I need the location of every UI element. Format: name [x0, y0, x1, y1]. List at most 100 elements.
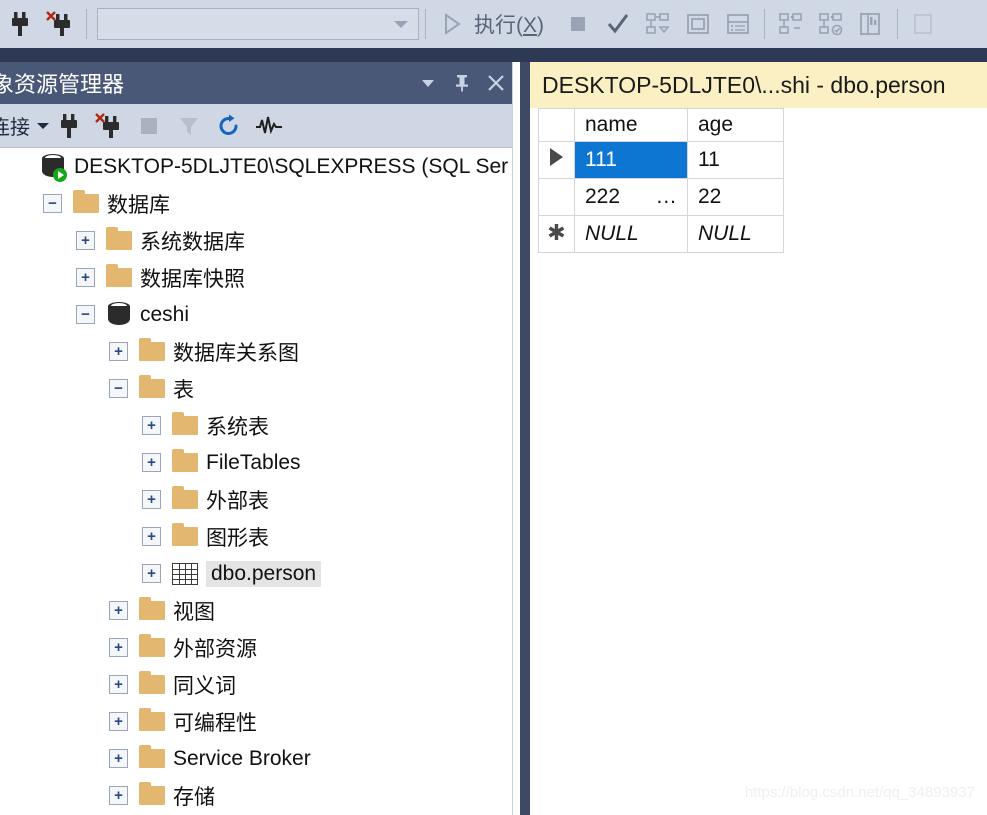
tree-node[interactable]: + 系统表 — [0, 407, 512, 444]
tree-node[interactable]: − ceshi — [0, 296, 512, 333]
expand-toggle-icon[interactable]: + — [109, 749, 128, 768]
cell-value: NULL — [585, 222, 639, 245]
tree-node-label: ceshi — [140, 302, 190, 326]
results-grid[interactable]: name age 111 11 222... 22 ✱ NULL NULL — [538, 108, 784, 253]
expand-toggle-icon[interactable]: + — [142, 527, 161, 546]
chevron-down-icon[interactable] — [37, 122, 49, 129]
collapse-toggle-icon[interactable]: − — [43, 194, 62, 213]
activity-monitor-icon[interactable] — [249, 106, 289, 146]
include-actual-plan-icon[interactable] — [771, 2, 811, 46]
tree-node[interactable]: + 存储 — [0, 777, 512, 814]
pin-icon[interactable] — [446, 66, 478, 100]
tree-node[interactable]: + 可编程性 — [0, 703, 512, 740]
tree-node[interactable]: + 外部表 — [0, 481, 512, 518]
tree-node[interactable]: + 系统数据库 — [0, 222, 512, 259]
filter-icon[interactable] — [169, 106, 209, 146]
expand-toggle-icon[interactable]: + — [76, 268, 95, 287]
expand-toggle-icon[interactable]: + — [142, 564, 161, 583]
connect-plug-icon[interactable] — [0, 2, 40, 46]
close-icon[interactable] — [480, 66, 512, 100]
folder-icon — [137, 671, 167, 694]
column-header-name[interactable]: name — [574, 108, 688, 142]
new-row-asterisk[interactable]: ✱ — [538, 215, 575, 253]
expand-toggle-icon[interactable]: + — [109, 786, 128, 805]
stop-icon[interactable] — [558, 2, 598, 46]
cell-age[interactable]: NULL — [687, 215, 784, 253]
tree-node[interactable]: + 图形表 — [0, 518, 512, 555]
tree-node[interactable]: + 同义词 — [0, 666, 512, 703]
results-to-file-icon[interactable] — [904, 2, 944, 46]
stop-icon[interactable] — [129, 106, 169, 146]
collapse-toggle-icon[interactable]: − — [109, 379, 128, 398]
tree-node[interactable]: + 视图 — [0, 592, 512, 629]
table-row[interactable]: 111 11 — [538, 141, 784, 179]
tree-node[interactable]: + 数据库快照 — [0, 259, 512, 296]
column-header-age[interactable]: age — [687, 108, 784, 142]
execute-run-icon[interactable] — [432, 2, 472, 46]
panel-splitter[interactable] — [520, 62, 530, 815]
tree-toggle-spacer — [10, 157, 29, 176]
main-toolbar: 执行(X) — [0, 0, 987, 48]
tree-node[interactable]: + FileTables — [0, 444, 512, 481]
tree-node[interactable]: + dbo.person — [0, 555, 512, 592]
chevron-down-icon[interactable] — [394, 20, 408, 28]
cell-value: 22 — [698, 185, 722, 208]
chevron-down-icon[interactable] — [412, 66, 444, 100]
expand-toggle-icon[interactable]: + — [76, 231, 95, 250]
grid-header-row: name age — [538, 108, 784, 142]
query-options-icon[interactable] — [678, 2, 718, 46]
table-row[interactable]: ✱ NULL NULL — [538, 215, 784, 253]
connect-plug-icon[interactable] — [49, 106, 89, 146]
expand-toggle-icon[interactable]: + — [142, 490, 161, 509]
folder-icon — [137, 597, 167, 620]
connect-dropdown-button[interactable]: 连接 — [0, 111, 49, 140]
execute-button-label[interactable]: 执行(X) — [474, 9, 544, 39]
cell-age[interactable]: 11 — [687, 141, 784, 179]
tree-node-label: 视图 — [173, 600, 215, 624]
expand-toggle-icon[interactable]: + — [109, 601, 128, 620]
disconnect-plug-icon[interactable] — [89, 106, 129, 146]
folder-icon — [170, 486, 200, 509]
folder-icon — [137, 338, 167, 361]
tree-node-label: 同义词 — [173, 674, 236, 698]
object-explorer-titlebar: 象资源管理器 — [0, 62, 520, 104]
include-live-plan-icon[interactable] — [811, 2, 851, 46]
row-marker-cell[interactable] — [538, 178, 575, 216]
refresh-icon[interactable] — [209, 106, 249, 146]
tree-node[interactable]: + Service Broker — [0, 740, 512, 777]
expand-toggle-icon[interactable]: + — [109, 675, 128, 694]
cell-age[interactable]: 22 — [687, 178, 784, 216]
cell-value: NULL — [698, 222, 752, 245]
tree-node[interactable]: + 外部资源 — [0, 629, 512, 666]
disconnect-plug-icon[interactable] — [40, 2, 80, 46]
tree-node[interactable]: − 表 — [0, 370, 512, 407]
expand-toggle-icon[interactable]: + — [109, 638, 128, 657]
document-pane: DESKTOP-5DLJTE0\...shi - dbo.person name… — [530, 62, 987, 815]
object-explorer-panel: 象资源管理器 接 DESKTOP-5DLJTE0\SQLEXPRESS (SQL… — [0, 62, 520, 815]
tree-node[interactable]: DESKTOP-5DLJTE0\SQLEXPRESS (SQL Ser — [0, 148, 512, 185]
display-estimated-plan-icon[interactable] — [638, 2, 678, 46]
cell-name[interactable]: NULL — [574, 215, 688, 253]
database-combo[interactable] — [97, 8, 419, 40]
cell-name[interactable]: 222... — [574, 178, 688, 216]
results-to-text-icon[interactable] — [718, 2, 758, 46]
parse-check-icon[interactable] — [598, 2, 638, 46]
collapse-toggle-icon[interactable]: − — [76, 305, 95, 324]
expand-toggle-icon[interactable]: + — [109, 712, 128, 731]
document-tab[interactable]: DESKTOP-5DLJTE0\...shi - dbo.person — [530, 62, 987, 108]
results-to-grid-icon[interactable] — [851, 2, 891, 46]
expand-toggle-icon[interactable]: + — [142, 453, 161, 472]
cell-name[interactable]: 111 — [574, 141, 688, 179]
execute-label-pre: 执行( — [474, 14, 523, 37]
current-row-indicator[interactable] — [538, 141, 575, 179]
tree-node[interactable]: + 数据库关系图 — [0, 333, 512, 370]
expand-toggle-icon[interactable]: + — [109, 342, 128, 361]
watermark-text: https://blog.csdn.net/qq_34893937 — [744, 784, 975, 801]
tree-node[interactable]: − 数据库 — [0, 185, 512, 222]
expand-toggle-icon[interactable]: + — [142, 416, 161, 435]
object-explorer-toolbar: 连接 — [0, 104, 520, 148]
object-explorer-tree[interactable]: DESKTOP-5DLJTE0\SQLEXPRESS (SQL Ser − 数据库 +… — [0, 148, 512, 815]
server-database-icon — [38, 153, 68, 182]
cell-value: 222 — [585, 185, 621, 208]
table-row[interactable]: 222... 22 — [538, 178, 784, 216]
